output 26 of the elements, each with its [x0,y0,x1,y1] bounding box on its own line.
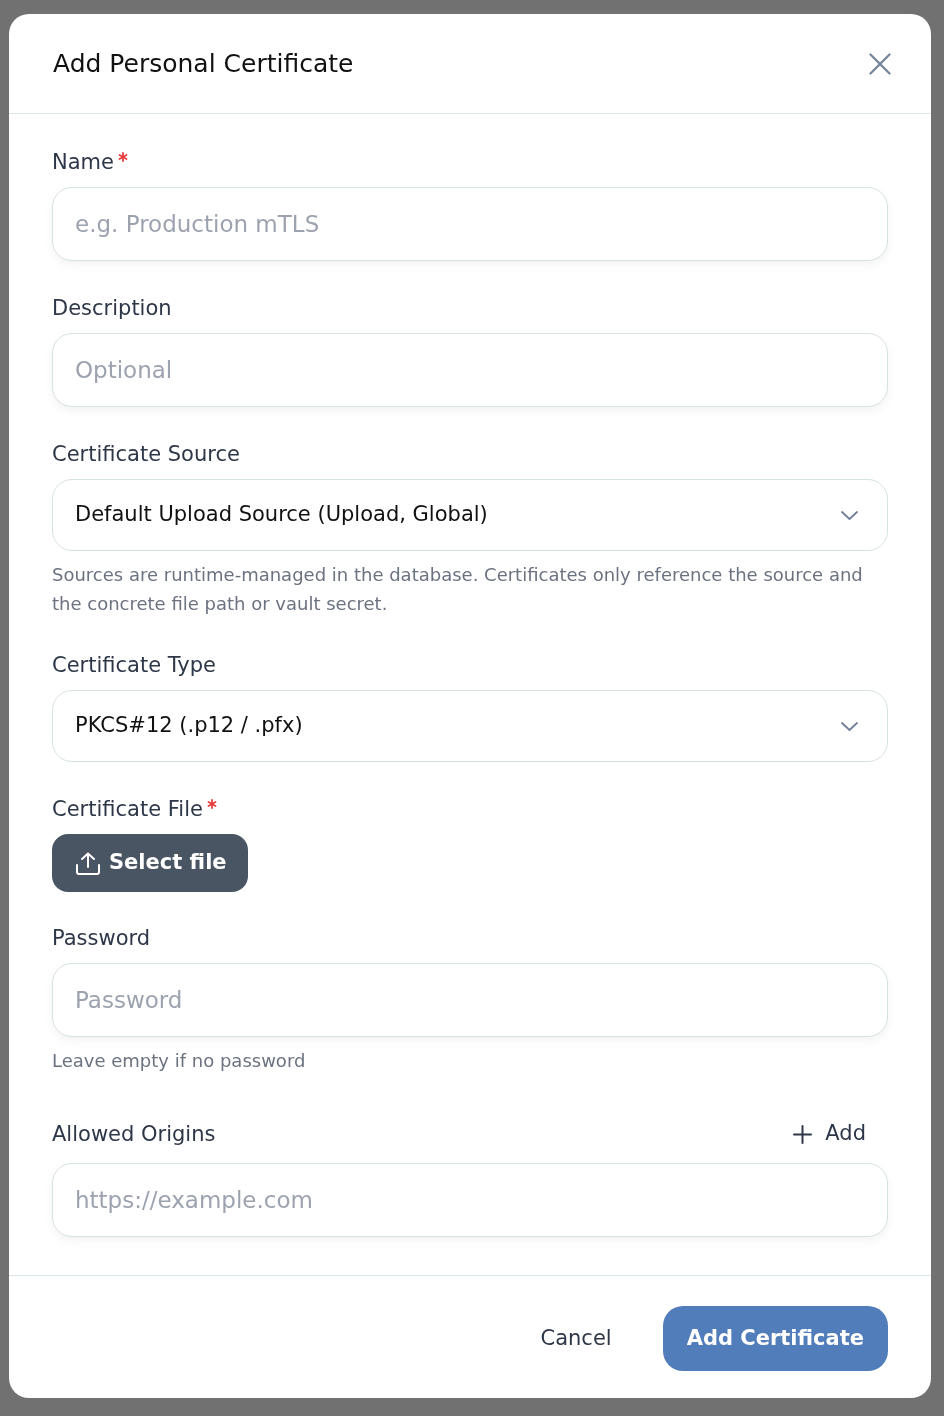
field-label: Description [52,295,172,322]
field-label: Certificate File [52,796,203,823]
text-input[interactable]: https://example.com [52,1163,888,1237]
upload-icon [76,851,100,875]
field-label: Name [52,149,114,176]
dialog-title: Add Personal Certificate [53,47,354,80]
text-input[interactable]: Optional [52,333,888,407]
close-icon [869,52,891,75]
select-file-button[interactable]: Select file [52,834,248,892]
dropdown-select[interactable]: Default Upload Source (Upload, Global) [52,479,888,551]
field-label: Password [52,925,151,952]
password-input[interactable]: Password [52,963,888,1037]
add-certificate-button[interactable]: Add Certificate [662,1306,888,1371]
chevron-down-icon [841,721,858,731]
field-label: Certificate Source [52,441,240,468]
dropdown-select[interactable]: PKCS#12 (.p12 / .pfx) [52,690,888,762]
text-input[interactable]: e.g. Production mTLS [52,187,888,261]
close-button[interactable] [869,52,891,75]
help-text: Leave empty if no password [52,1049,307,1073]
plus-icon [793,1124,813,1144]
help-text: Sources are runtime-managed in the database. Certificates only reference the source and the concrete file path or vault secret. [52,563,864,616]
add-button[interactable]: Add [793,1118,866,1150]
field-label: Allowed Origins [52,1121,216,1148]
chevron-down-icon [841,510,858,520]
cancel-button[interactable]: Cancel [540,1306,612,1371]
field-label: Certificate Type [52,652,216,679]
